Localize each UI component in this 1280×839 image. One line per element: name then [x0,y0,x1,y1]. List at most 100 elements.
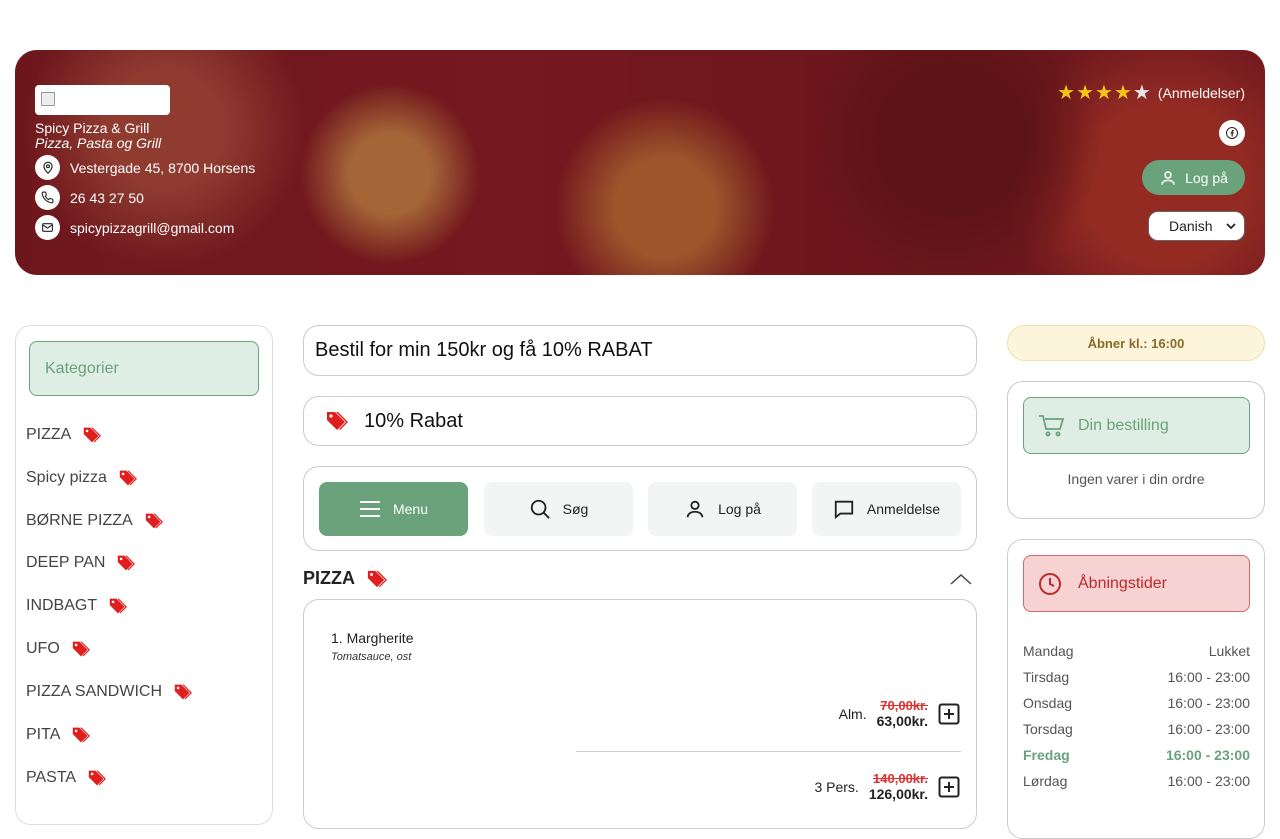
hours-time: 16:00 - 23:00 [1167,669,1250,685]
search-button[interactable]: Søg [484,482,633,536]
phone-icon [35,185,60,210]
email-text: spicypizzagrill@gmail.com [70,219,235,236]
login-button[interactable]: Log på [648,482,797,536]
hours-time: 16:00 - 23:00 [1165,747,1250,763]
chevron-up-icon[interactable] [950,572,972,586]
discount-banner: 10% Rabat [303,396,977,446]
hours-time: 16:00 - 23:00 [1167,695,1250,711]
store-logo[interactable] [35,85,170,115]
sidebar-category-item[interactable]: PIZZA SANDWICH [26,683,194,701]
category-label: INDBAGT [26,597,98,614]
price-tag-icon [119,470,137,486]
clock-icon [1039,572,1061,595]
rating[interactable]: ★ ★ ★ ★ ★ (Anmeldelser) [1057,83,1245,103]
location-pin-icon [35,155,60,180]
category-label: PASTA [26,769,77,786]
hours-row: Torsdag 16:00 - 23:00 [1023,721,1250,737]
mail-icon [35,215,60,240]
hours-day: Lørdag [1023,773,1068,789]
facebook-icon[interactable] [1219,120,1245,146]
variant-divider [576,751,961,752]
sidebar-category-item[interactable]: DEEP PAN [26,554,137,572]
menu-button[interactable]: Menu [319,482,468,536]
sidebar-category-item[interactable]: PASTA [26,769,108,787]
price-tag-icon [118,555,136,571]
hours-day: Tirsdag [1023,669,1070,685]
price-tag-icon [88,770,107,786]
order-button[interactable]: Din bestilling [1023,397,1250,454]
product-card: 1. Margherite Tomatsauce, ost Alm. 70,00… [303,599,977,829]
broken-image-icon [41,92,55,106]
chat-icon [834,500,854,520]
email-row[interactable]: spicypizzagrill@gmail.com [35,215,234,240]
star-icon: ★ [1113,82,1132,104]
opens-badge: Åbner kl.: 16:00 [1007,325,1265,361]
star-empty-icon: ★ [1132,82,1151,104]
hours-row: Fredag 16:00 - 23:00 [1023,747,1250,763]
category-label: PIZZA [26,426,72,443]
hours-day: Mandag [1023,643,1074,659]
star-icon: ★ [1057,82,1076,104]
price-tag-icon [72,641,90,657]
add-to-cart-icon[interactable] [938,703,960,725]
address-text: Vestergade 45, 8700 Horsens [70,159,256,176]
promo-banner: Bestil for min 150kr og få 10% RABAT [303,325,977,376]
price-tag-icon [84,427,102,443]
price-tag-icon [327,412,348,430]
hours-row: Mandag Lukket [1023,643,1250,659]
order-empty-text: Ingen varer i din ordre [1067,471,1205,487]
price-tag-icon [174,684,193,700]
category-label: Spicy pizza [26,469,107,486]
category-label: BØRNE PIZZA [26,512,133,529]
variant-size: Alm. [838,705,867,722]
price-tag-icon [367,570,387,587]
phone-text: 26 43 27 50 [70,189,144,206]
hours-day: Fredag [1023,747,1070,763]
sidebar-category-item[interactable]: Spicy pizza [26,469,139,487]
add-to-cart-icon[interactable] [938,776,960,798]
login-label: Log på [718,501,761,517]
menu-nav: Menu Søg Log på Anmeldelse [303,466,977,551]
sidebar-category-item[interactable]: PITA [26,726,92,744]
variant-old-price: 140,00kr. [873,771,928,786]
price-tag-icon [109,598,128,614]
sidebar-category-item[interactable]: PIZZA [26,426,103,444]
section-title-text: PIZZA [303,568,355,588]
variant-size: 3 Pers. [814,778,859,795]
category-sidebar: Kategorier PIZZA Spicy pizza BØRNE PIZZA DE… [15,325,273,825]
product-description: Tomatsauce, ost [331,651,412,663]
order-panel: Din bestilling Ingen varer i din ordre [1007,381,1265,519]
hours-row: Onsdag 16:00 - 23:00 [1023,695,1250,711]
chevron-down-icon [1226,223,1236,230]
opening-hours-panel: Åbningstider Mandag Lukket Tirsdag 16:00 - … [1007,539,1265,839]
section-title-pizza: PIZZA [303,568,389,589]
price-tag-icon [73,727,91,743]
product-variant: 3 Pers. 140,00kr. 126,00kr. [814,771,960,802]
product-variant: Alm. 70,00kr. 63,00kr. [839,698,960,729]
sidebar-category-item[interactable]: UFO [26,640,92,658]
hours-day: Torsdag [1023,721,1073,737]
address-row: Vestergade 45, 8700 Horsens [35,155,255,180]
store-name: Spicy Pizza & Grill [35,120,150,136]
sidebar-category-item[interactable]: INDBAGT [26,597,129,615]
promo-banner-text: Bestil for min 150kr og få 10% RABAT [315,339,653,361]
product-name: 1. Margherite [331,630,414,646]
order-title: Din bestilling [1078,416,1169,434]
hours-row: Lørdag 16:00 - 23:00 [1023,773,1250,789]
opening-hours-button[interactable]: Åbningstider [1023,555,1250,612]
sidebar-category-item[interactable]: BØRNE PIZZA [26,512,165,530]
star-icon: ★ [1076,82,1095,104]
language-select[interactable]: Danish [1148,211,1245,241]
review-button[interactable]: Anmeldelse [812,482,961,536]
phone-row[interactable]: 26 43 27 50 [35,185,144,210]
opening-hours-title: Åbningstider [1078,574,1167,592]
cart-icon [1039,414,1064,436]
hero-banner: Spicy Pizza & Grill Pizza, Pasta og Gril… [15,50,1265,275]
hamburger-icon [359,501,380,517]
variant-price: 63,00kr. [876,713,928,729]
category-label: PIZZA SANDWICH [26,683,163,700]
hours-time: Lukket [1208,643,1250,659]
variant-old-price: 70,00kr. [880,698,928,713]
categories-header[interactable]: Kategorier [29,341,259,396]
hero-login-button[interactable]: Log på [1142,160,1245,195]
